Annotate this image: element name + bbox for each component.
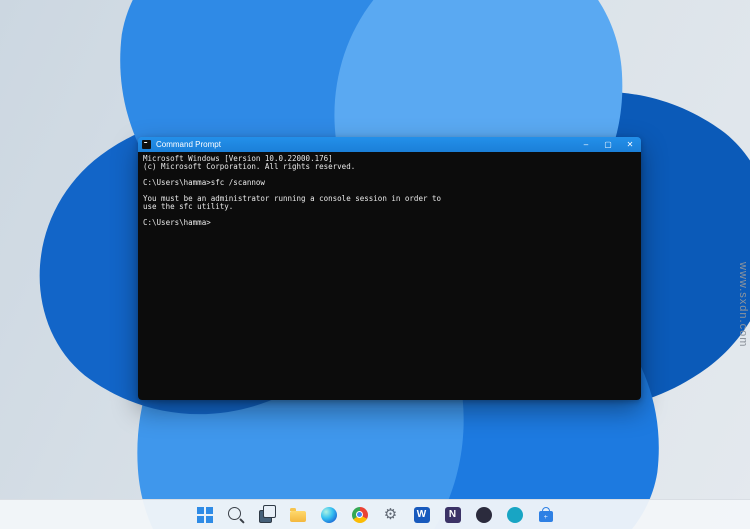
store-icon <box>538 507 553 522</box>
taskbar-icon-onenote[interactable]: N <box>442 504 464 526</box>
onenote-icon: N <box>444 506 461 523</box>
search-icon <box>227 506 241 520</box>
taskbar-icons: ⚙ W N <box>194 504 557 526</box>
watermark: www.sxdn.com <box>737 262 749 348</box>
taskbar-icon-skype[interactable] <box>504 504 526 526</box>
taskbar-icon-word[interactable]: W <box>411 504 433 526</box>
minimize-button[interactable]: – <box>575 137 597 152</box>
teams-icon <box>475 506 492 523</box>
taskbar-icon-store[interactable] <box>535 504 557 526</box>
taskbar-icon-start[interactable] <box>194 504 216 526</box>
settings-icon: ⚙ <box>383 506 398 523</box>
taskbar-icon-settings[interactable]: ⚙ <box>380 504 402 526</box>
cmd-icon <box>142 140 151 149</box>
word-icon: W <box>413 506 430 523</box>
window-titlebar[interactable]: Command Prompt – ▢ ✕ <box>138 137 641 152</box>
chrome-icon <box>351 506 368 523</box>
close-button[interactable]: ✕ <box>619 137 641 152</box>
terminal-line: (c) Microsoft Corporation. All rights re… <box>143 162 356 171</box>
edge-icon <box>320 506 337 523</box>
taskbar-icon-file-explorer[interactable] <box>287 504 309 526</box>
terminal-line: use the sfc utility. <box>143 202 234 211</box>
taskbar-icon-teams[interactable] <box>473 504 495 526</box>
taskbar-icon-chrome[interactable] <box>349 504 371 526</box>
terminal-body[interactable]: Microsoft Windows [Version 10.0.22000.17… <box>138 152 641 400</box>
maximize-button[interactable]: ▢ <box>597 137 619 152</box>
taskbar-icon-edge[interactable] <box>318 504 340 526</box>
taskbar-icon-search[interactable] <box>225 504 247 526</box>
terminal-line: C:\Users\hamma> <box>143 218 211 227</box>
window-title: Command Prompt <box>156 140 221 149</box>
skype-icon <box>506 506 523 523</box>
task-view-icon <box>258 504 276 523</box>
terminal-line: C:\Users\hamma>sfc /scannow <box>143 178 265 187</box>
start-icon <box>196 506 213 523</box>
window-controls: – ▢ ✕ <box>575 137 641 152</box>
taskbar-icon-task-view[interactable] <box>256 504 278 526</box>
taskbar: ⚙ W N <box>0 499 750 529</box>
file-explorer-icon <box>289 508 306 522</box>
command-prompt-window[interactable]: Command Prompt – ▢ ✕ Microsoft Windows [… <box>138 137 641 400</box>
